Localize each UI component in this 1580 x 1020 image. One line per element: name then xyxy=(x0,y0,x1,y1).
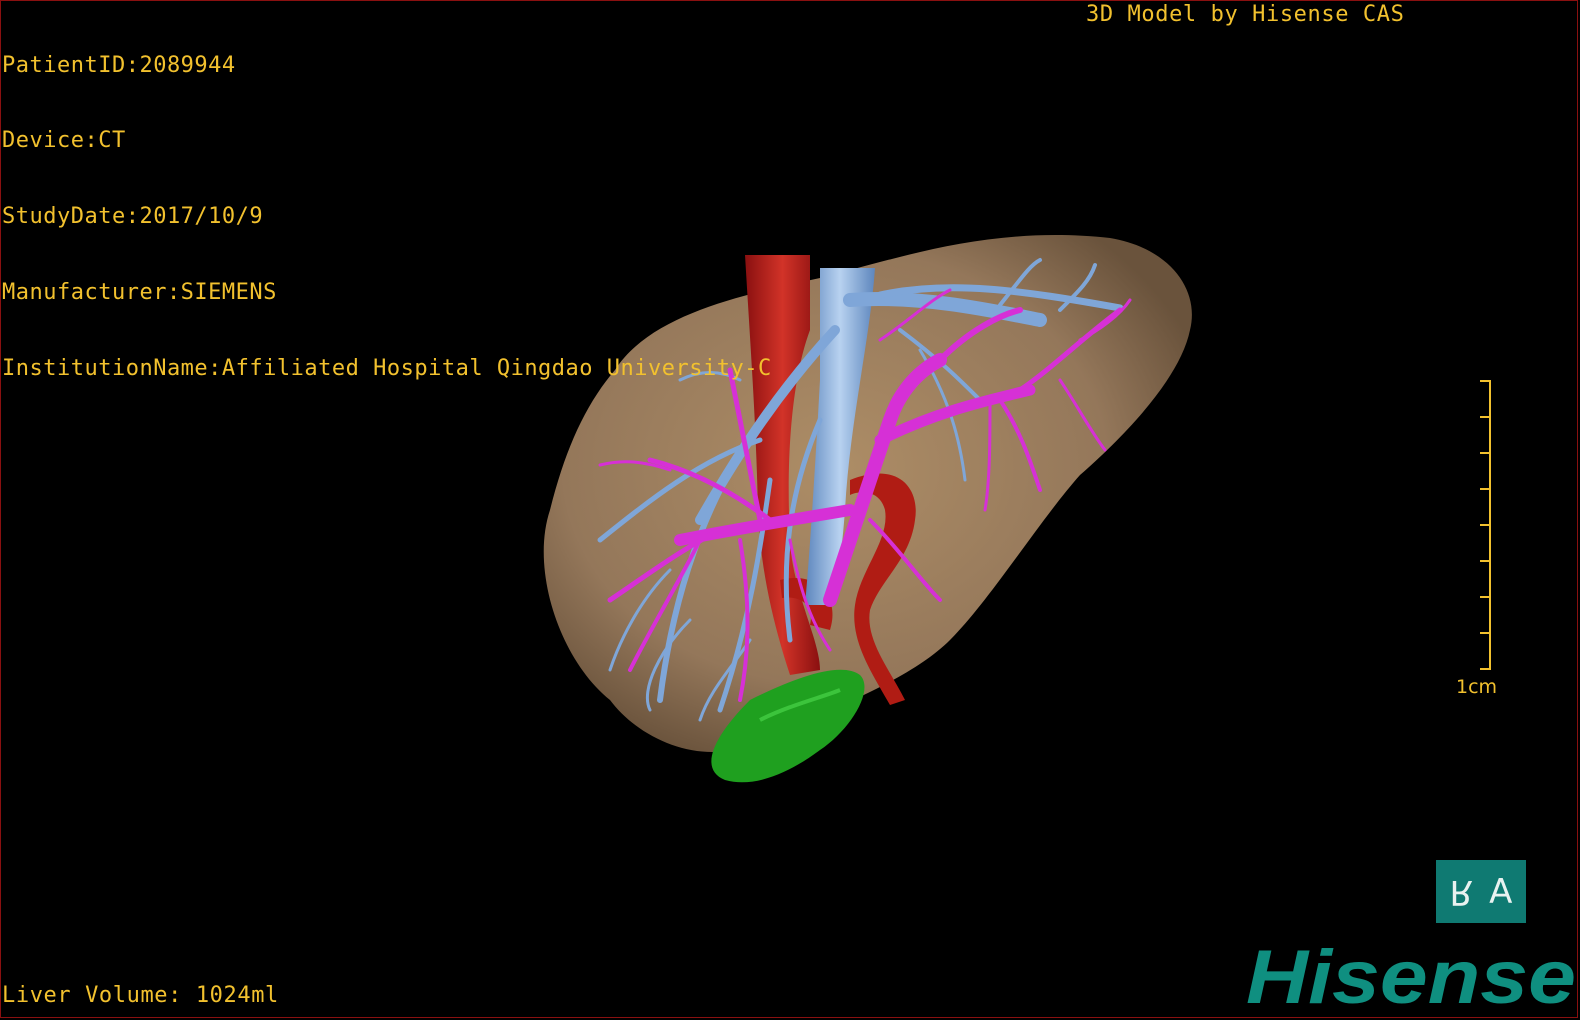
hisense-logo-text: Hisense xyxy=(1246,945,1576,1020)
patient-id-text: PatientID:2089944 xyxy=(2,52,236,78)
scale-label: 1cm xyxy=(1456,676,1498,698)
model-credit-text: 3D Model by Hisense CAS xyxy=(1086,2,1405,27)
orientation-right-glyph: A xyxy=(1489,871,1513,912)
orientation-button[interactable]: R A xyxy=(1436,860,1526,923)
institution-text: InstitutionName:Affiliated Hospital Qing… xyxy=(2,356,772,382)
manufacturer-text: Manufacturer:SIEMENS xyxy=(2,280,277,306)
orientation-left-glyph: R xyxy=(1449,871,1474,912)
scale-ruler xyxy=(1480,380,1491,670)
device-text: Device:CT xyxy=(2,128,126,154)
liver-volume-text: Liver Volume: 1024ml xyxy=(2,983,279,1008)
hisense-logo: Hisense xyxy=(1246,945,1576,1020)
study-date-text: StudyDate:2017/10/9 xyxy=(2,204,264,230)
patient-info-overlay: PatientID:2089944 Device:CT StudyDate:20… xyxy=(2,2,772,407)
